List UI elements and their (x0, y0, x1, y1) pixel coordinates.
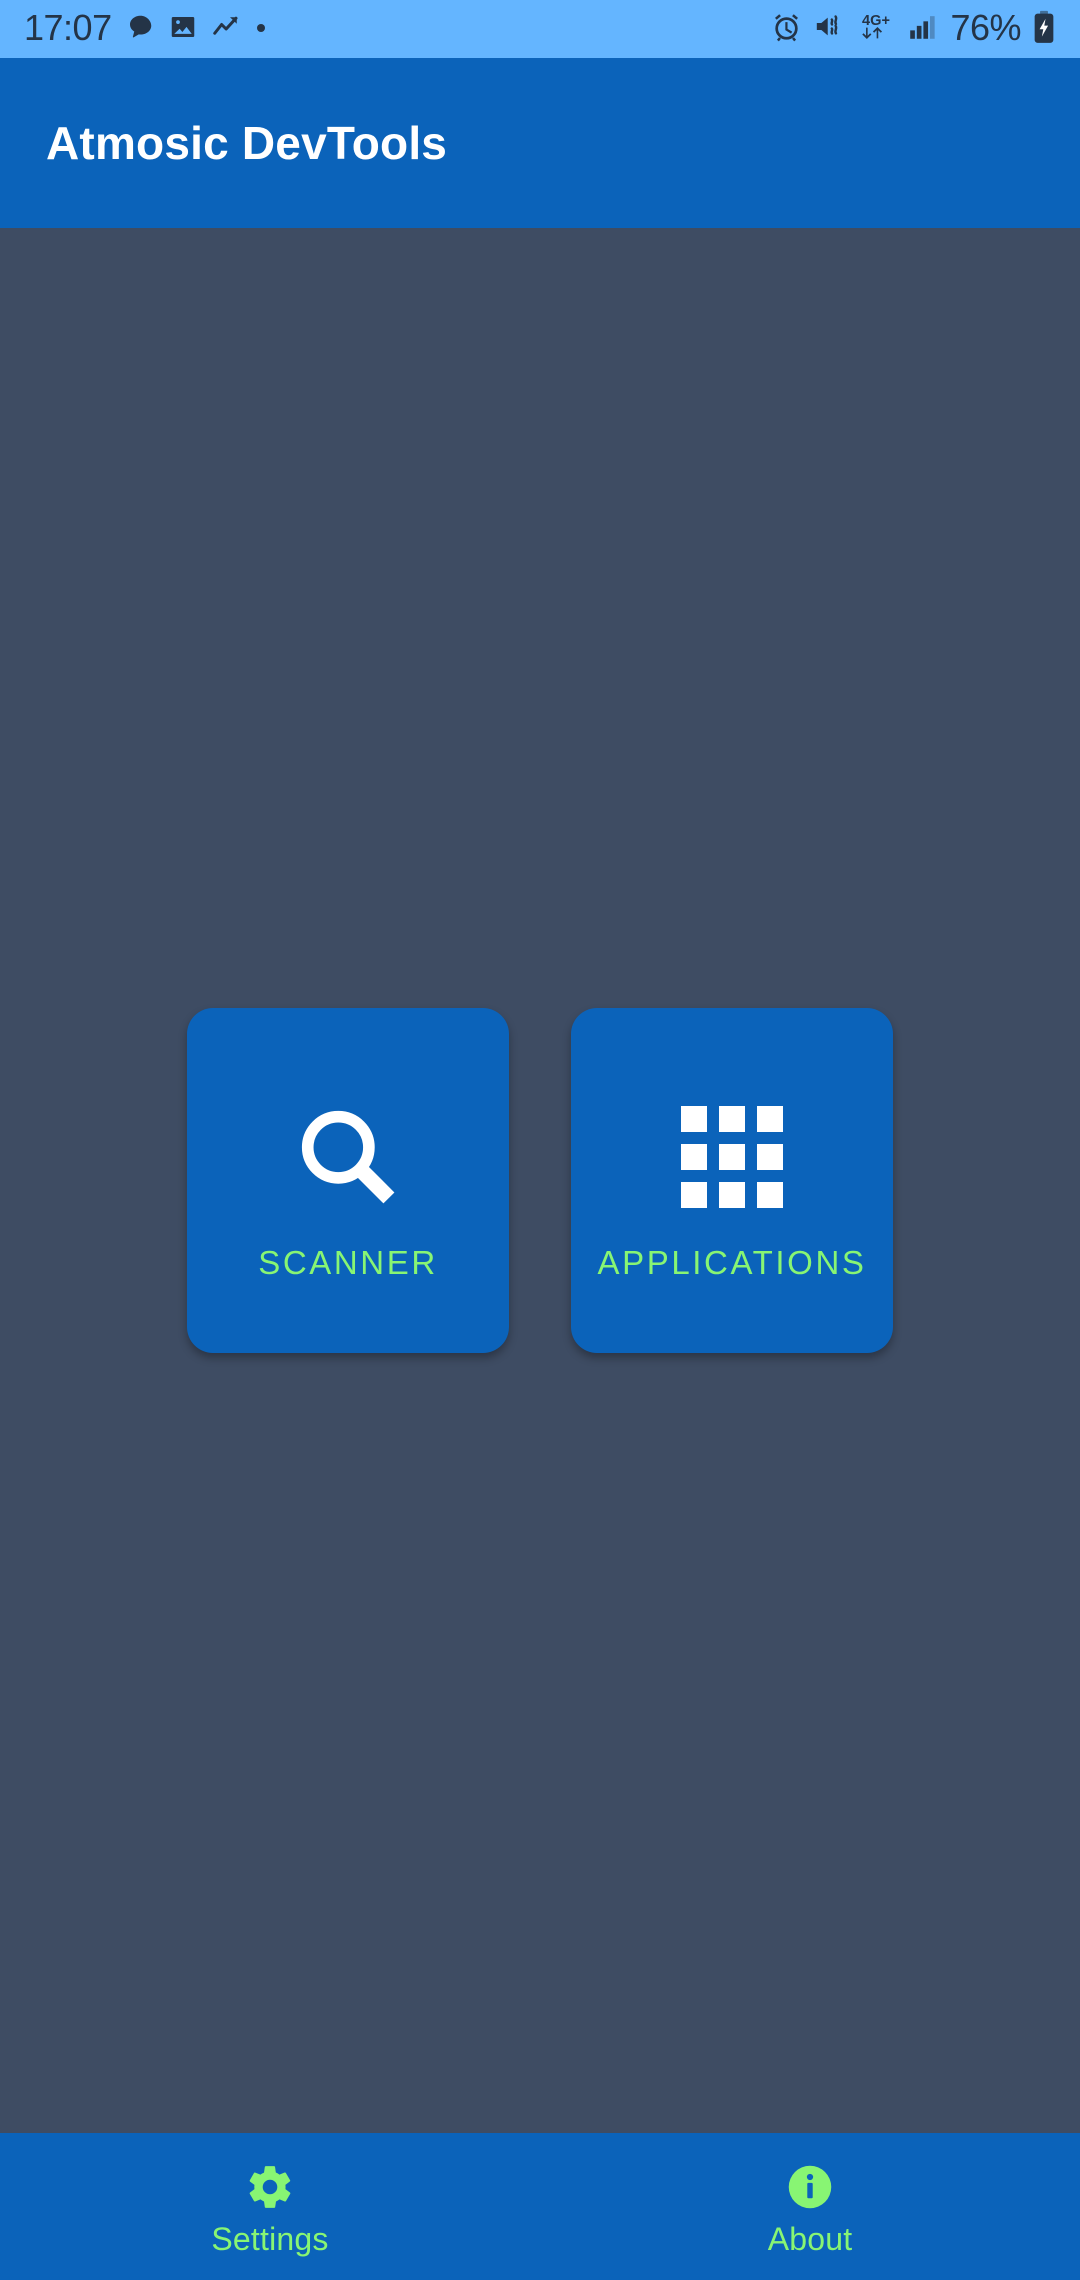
tile-label-applications: APPLICATIONS (597, 1243, 867, 1281)
dot-icon (254, 12, 268, 47)
grid-cell (757, 1181, 783, 1208)
grid-cell (681, 1181, 707, 1208)
status-clock: 17:07 (24, 7, 112, 48)
tile-grid: SCANNER APPLICATIONS (0, 1008, 1080, 1353)
chat-bubble-icon (125, 12, 155, 47)
alarm-icon (771, 11, 802, 47)
photo-icon (168, 12, 198, 47)
main-content: SCANNER APPLICATIONS (0, 228, 1080, 2133)
gear-icon (245, 2159, 295, 2215)
grid-cell (681, 1105, 707, 1132)
nav-item-settings[interactable]: Settings (0, 2133, 540, 2280)
signal-bars-icon (906, 11, 939, 47)
tile-card-applications[interactable]: APPLICATIONS (571, 1008, 893, 1353)
grid-cell (757, 1143, 783, 1170)
tile-label-scanner: SCANNER (258, 1243, 438, 1281)
grid-cell (757, 1105, 783, 1132)
status-bar-right-group: 4G+ 76% (771, 10, 1056, 49)
nav-item-about[interactable]: About (540, 2133, 1080, 2280)
grid-apps-icon (681, 1096, 783, 1218)
status-bar: 17:07 4G+ 76% (0, 0, 1080, 58)
app-screen: 17:07 4G+ 76% Atmosic DevTools SCANNER A… (0, 0, 1080, 2280)
bottom-navigation-bar: Settings About (0, 2133, 1080, 2280)
grid-cell (719, 1143, 745, 1170)
grid-cell (719, 1105, 745, 1132)
status-bar-left-group: 17:07 (24, 10, 268, 48)
svg-text:4G+: 4G+ (862, 13, 890, 29)
magnifier-icon (292, 1096, 404, 1218)
tile-card-scanner[interactable]: SCANNER (187, 1008, 509, 1353)
info-circle-icon (785, 2159, 835, 2215)
mobile-data-icon: 4G+ (857, 10, 895, 49)
nav-label-about: About (767, 2221, 853, 2257)
vibrate-mute-icon (813, 11, 846, 47)
trending-up-icon (211, 12, 241, 47)
battery-percent-label: 76% (950, 7, 1021, 48)
grid-cell (719, 1181, 745, 1208)
grid-cell (681, 1143, 707, 1170)
battery-charging-icon (1032, 10, 1056, 49)
nav-label-settings: Settings (211, 2221, 329, 2257)
app-bar: Atmosic DevTools (0, 58, 1080, 228)
page-title: Atmosic DevTools (46, 117, 448, 169)
